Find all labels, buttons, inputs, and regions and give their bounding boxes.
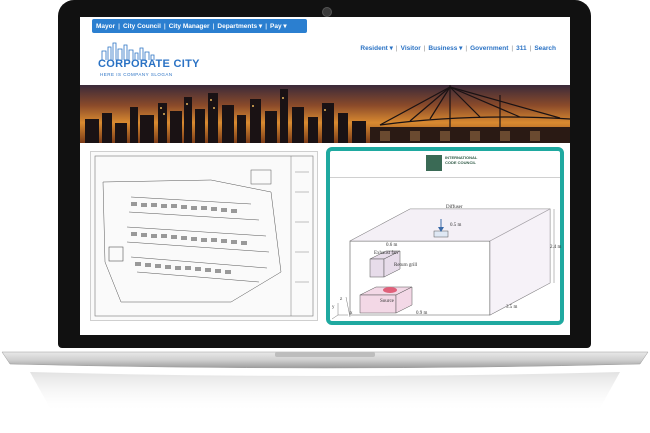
label-return-grill: Return grill [394,263,418,268]
webcam [322,7,332,17]
topnav-pay[interactable]: Pay ▾ [270,22,287,30]
topnav-mayor[interactable]: Mayor [96,23,115,30]
label-dim-fan: 0.6 m [386,243,398,248]
nav-separator: | [529,44,532,52]
topnav-city-council[interactable]: City Council [123,23,161,30]
ventilation-diagram-card: INTERNATIONAL CODE COUNCIL Exhaust fan D… [326,147,564,325]
label-dim-top: 0.5 m [450,223,462,228]
topnav-departments[interactable]: Departments ▾ [217,22,262,30]
nav-search[interactable]: Search [534,45,556,52]
label-diffuser: Diffuser [446,205,463,210]
topnav-separator: | [118,22,120,30]
skyline-image [85,85,570,143]
label-dim-length: 3.5 m [506,305,518,310]
icc-org-name: INTERNATIONAL CODE COUNCIL [445,155,478,165]
topnav-separator: | [212,22,215,30]
nav-business[interactable]: Business ▾ [428,44,462,52]
laptop-screen: Mayor | City Council | City Manager | Depar… [80,17,570,335]
diagram-header: INTERNATIONAL CODE COUNCIL [330,151,560,178]
label-axis-x: x [350,311,353,316]
icc-logo-icon [426,155,442,171]
label-source: Source [380,299,394,304]
main-nav: Resident ▾ | Visitor | Business ▾ | Governm… [360,44,556,53]
site-plan-image [94,155,314,317]
nav-311[interactable]: 311 [516,45,527,52]
label-dim-bottom: 0.9 m [416,311,428,316]
label-axis-z: z [340,297,343,302]
nav-separator: | [395,44,398,52]
content-area: INTERNATIONAL CODE COUNCIL Exhaust fan D… [80,145,570,335]
site-logo[interactable]: CORPORATE CITY HERE IS COMPANY SLOGAN [98,41,199,81]
nav-separator: | [511,44,514,52]
nav-visitor[interactable]: Visitor [401,45,421,52]
topnav-separator: | [265,22,268,30]
topnav-city-manager[interactable]: City Manager [169,23,210,30]
top-utility-nav: Mayor | City Council | City Manager | Depar… [80,17,570,35]
logo-tagline: HERE IS COMPANY SLOGAN [100,72,173,77]
label-axis-y: y [332,305,335,310]
nav-resident[interactable]: Resident ▾ [360,44,393,52]
site-plan-drawing [90,151,318,321]
top-nav-bar: Mayor | City Council | City Manager | Depar… [92,19,307,33]
label-exhaust-fan: Exhaust fan [374,251,398,256]
room-diagram [331,208,555,320]
nav-separator: | [423,44,426,52]
nav-separator: | [465,44,468,52]
topnav-separator: | [163,22,166,30]
nav-government[interactable]: Government [470,45,508,52]
laptop-base [1,351,649,413]
city-skyline-banner [80,85,570,143]
logo-title: CORPORATE CITY [98,58,200,70]
label-dim-height: 2.4 m [550,245,562,250]
